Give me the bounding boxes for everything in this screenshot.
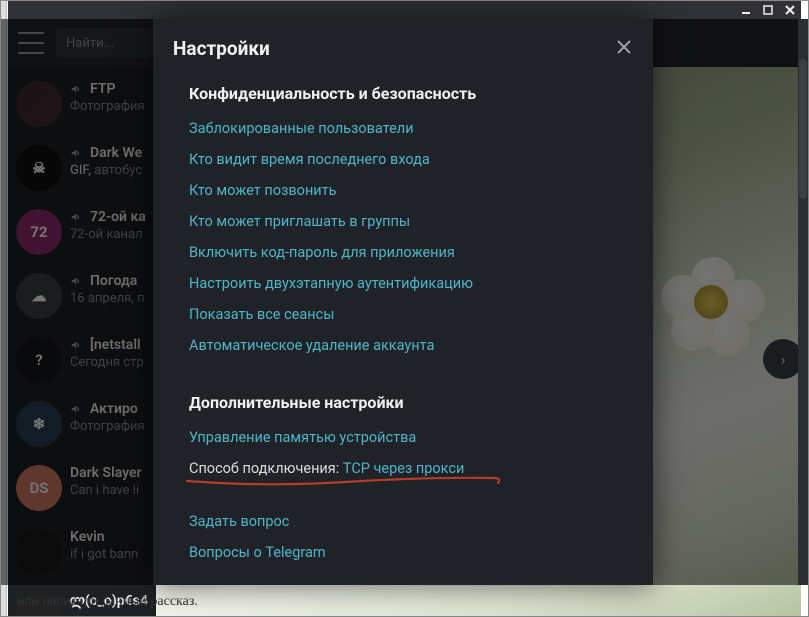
connection-label: Способ подключения: bbox=[189, 460, 343, 477]
chat-preview: Фотография bbox=[70, 99, 148, 114]
settings-link[interactable]: Автоматическое удаление аккаунта bbox=[189, 330, 633, 361]
megaphone-icon bbox=[70, 146, 84, 160]
settings-link[interactable]: Задать вопрос bbox=[189, 506, 633, 537]
chat-preview: Can i have li bbox=[70, 483, 148, 498]
chat-preview: 72-ой канал bbox=[70, 227, 148, 242]
app-frame: Найти... FTP Фотография ☠ Dark We GIF, автоб… bbox=[0, 0, 809, 617]
wallpaper-decoration bbox=[661, 257, 771, 367]
chat-avatar: ☁ bbox=[16, 273, 62, 319]
scroll-down-button[interactable]: › bbox=[763, 339, 801, 379]
settings-scrollbar[interactable] bbox=[798, 19, 808, 585]
chat-list-item[interactable]: ☠ Dark We GIF, автобус bbox=[8, 137, 156, 201]
chat-preview: if i got bann bbox=[70, 547, 148, 562]
chat-preview: Фотография bbox=[70, 419, 148, 434]
chat-name: FTP bbox=[70, 81, 148, 97]
megaphone-icon bbox=[70, 338, 84, 352]
page-footer-text: или написали данный рассказ. bbox=[17, 594, 198, 610]
settings-link[interactable]: Заблокированные пользователи bbox=[189, 113, 633, 144]
chat-name: [netstall bbox=[70, 337, 148, 353]
spacer bbox=[189, 568, 633, 585]
settings-link[interactable]: Вопросы о Telegram bbox=[189, 537, 633, 568]
window-maximize-button[interactable] bbox=[761, 3, 775, 17]
settings-link[interactable]: Кто может позвонить bbox=[189, 175, 633, 206]
settings-link[interactable]: Настроить двухэтапную аутентификацию bbox=[189, 268, 633, 299]
settings-link[interactable]: Кто может приглашать в группы bbox=[189, 206, 633, 237]
settings-section-advanced: Дополнительные настройки bbox=[189, 393, 633, 412]
chat-avatar bbox=[16, 529, 62, 575]
chat-name: Dark Slayer bbox=[70, 465, 148, 481]
megaphone-icon bbox=[70, 402, 84, 416]
spacer bbox=[189, 484, 633, 506]
chat-avatar: ❄ bbox=[16, 401, 62, 447]
hamburger-menu-button[interactable] bbox=[18, 32, 44, 54]
connection-value-link[interactable]: TCP через прокси bbox=[343, 460, 464, 477]
chat-avatar: ? bbox=[16, 337, 62, 383]
settings-link[interactable]: Управление памятью устройства bbox=[189, 422, 633, 453]
left-scrollbar[interactable] bbox=[1, 1, 7, 616]
settings-title: Настройки bbox=[173, 37, 270, 60]
megaphone-icon bbox=[70, 274, 84, 288]
chat-preview: 16 апреля, п bbox=[70, 291, 148, 306]
megaphone-icon bbox=[70, 210, 84, 224]
settings-link[interactable]: Включить код-пароль для приложения bbox=[189, 237, 633, 268]
settings-link[interactable]: Кто видит время последнего входа bbox=[189, 144, 633, 175]
chat-list-item[interactable]: ☁ Погода 16 апреля, п bbox=[8, 265, 156, 329]
chat-name: Dark We bbox=[70, 145, 148, 161]
chat-preview: Сегодня стр bbox=[70, 355, 148, 370]
megaphone-icon bbox=[70, 82, 84, 96]
connection-type-row: Способ подключения: TCP через прокси bbox=[189, 453, 633, 484]
chat-list-item[interactable]: ? [netstall Сегодня стр bbox=[8, 329, 156, 393]
settings-close-button[interactable] bbox=[615, 38, 633, 60]
settings-section-privacy: Конфиденциальность и безопасность bbox=[189, 84, 633, 103]
settings-panel: Настройки Конфиденциальность и безопасно… bbox=[153, 19, 653, 585]
chat-list-item[interactable]: FTP Фотография bbox=[8, 73, 156, 137]
chat-avatar: 72 bbox=[16, 209, 62, 255]
scrollbar-thumb[interactable] bbox=[799, 59, 807, 199]
chat-preview: GIF, автобус bbox=[70, 163, 148, 178]
chat-list-item[interactable]: 72 72-ой ка 72-ой канал bbox=[8, 201, 156, 265]
window-minimize-button[interactable] bbox=[739, 3, 753, 17]
chat-avatar bbox=[16, 81, 62, 127]
search-placeholder: Найти... bbox=[66, 36, 114, 51]
chat-name: Kevin bbox=[70, 529, 148, 545]
chat-list-item[interactable]: DS Dark Slayer Can i have li bbox=[8, 457, 156, 521]
chat-list-item[interactable]: Kevin if i got bann bbox=[8, 521, 156, 585]
chevron-right-icon: › bbox=[781, 350, 786, 369]
chat-sidebar: FTP Фотография ☠ Dark We GIF, автобус 72 72-ой… bbox=[8, 67, 156, 616]
chat-list-item[interactable]: ❄ Актиро Фотография bbox=[8, 393, 156, 457]
chat-name: Погода bbox=[70, 273, 148, 289]
window-titlebar bbox=[8, 1, 801, 19]
chat-avatar: ☠ bbox=[16, 145, 62, 191]
spacer bbox=[189, 361, 633, 383]
chat-avatar: DS bbox=[16, 465, 62, 511]
chat-name: 72-ой ка bbox=[70, 209, 148, 225]
settings-link[interactable]: Показать все сеансы bbox=[189, 299, 633, 330]
chat-name: Актиро bbox=[70, 401, 148, 417]
window-close-button[interactable] bbox=[783, 3, 797, 17]
